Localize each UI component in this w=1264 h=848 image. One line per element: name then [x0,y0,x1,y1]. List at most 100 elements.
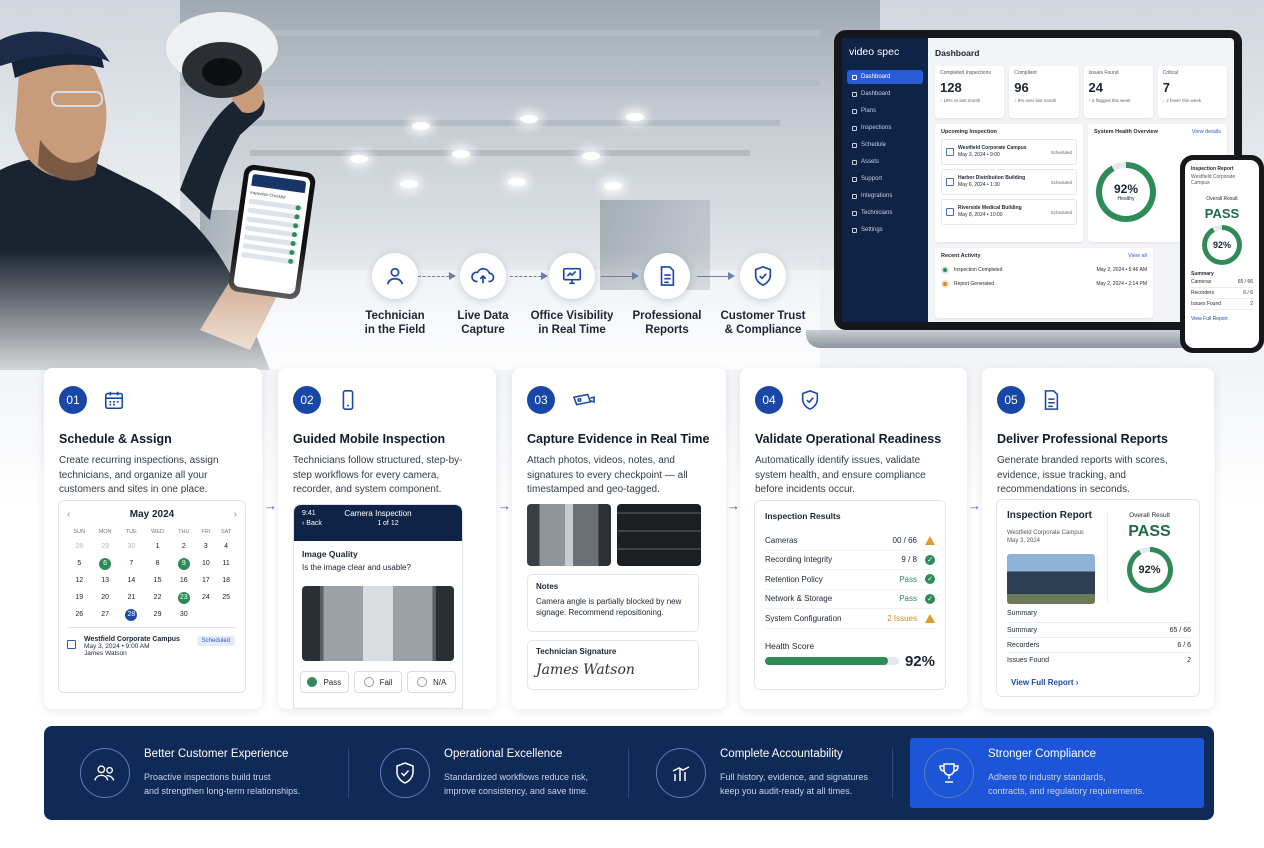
ceiling-light [452,150,470,158]
stat-card[interactable]: Critical 7 ↓ 2 fewer this week [1157,66,1227,118]
evidence-photo[interactable] [617,504,701,566]
calendar-day-scheduled[interactable]: 23 [171,589,196,606]
flow-label: Professional Reports [632,310,702,336]
nav-item[interactable]: Plans [847,104,923,118]
calendar-day[interactable]: 18 [215,572,237,589]
step-card-schedule: 01 Schedule & Assign Create recurring in… [44,368,262,709]
calendar-day[interactable]: 16 [171,572,196,589]
flow-step-office: Office Visibility in Real Time [522,253,622,337]
check-icon: ✓ [925,554,935,565]
prev-month-button[interactable]: ‹ [67,509,70,520]
calendar-day[interactable]: 30 [171,606,196,623]
upcoming-item[interactable]: Riverside Medical Building May 8, 2024 • … [941,199,1077,225]
calendar-day-scheduled[interactable]: 6 [92,555,119,572]
nav-item[interactable]: Integrations [847,189,923,203]
next-month-button[interactable]: › [234,509,237,520]
calendar-day[interactable]: 21 [119,589,144,606]
step-card-evidence: 03 Capture Evidence in Real Time Attach … [512,368,726,709]
result-row: Recording Integrity 9 / 8 ✓ [765,551,935,570]
nav-item[interactable]: Dashboard [847,87,923,101]
calendar-day-scheduled[interactable]: 9 [171,555,196,572]
bar-chart-icon [656,748,706,798]
calendar-day[interactable]: 11 [215,555,237,572]
smartphone-icon [342,390,354,410]
calendar-day[interactable]: 17 [196,572,215,589]
card-title: Schedule & Assign [59,432,172,446]
back-button[interactable]: ‹ Back [302,520,322,527]
calendar-day[interactable]: 13 [92,572,119,589]
evidence-photo[interactable] [527,504,611,566]
upcoming-item[interactable]: Harbor Distribution Building May 6, 2024 … [941,169,1077,195]
calendar-day[interactable]: 1 [144,538,171,555]
calendar-day[interactable]: 24 [196,589,215,606]
fail-option[interactable]: Fail [353,671,403,693]
na-option[interactable]: N/A [407,671,457,693]
nav-item[interactable]: Schedule [847,138,923,152]
ceiling-light [400,180,418,188]
pass-option[interactable]: Pass [300,671,349,693]
calendar-day[interactable]: 25 [215,589,237,606]
nav-item[interactable]: Inspections [847,121,923,135]
calendar-day-selected[interactable]: 28 [119,606,144,623]
calendar-day[interactable]: 22 [144,589,171,606]
calendar-day[interactable]: 30 [119,538,144,555]
calendar-day[interactable]: 5 [67,555,92,572]
mobile-inspection-screen: 9:41 Camera Inspection ‹ Back 1 of 12 Ima… [293,504,463,709]
stat-card[interactable]: Compliant 96 ↑ 6% over last month [1009,66,1079,118]
calendar-event[interactable]: Westfield Corporate Campus May 3, 2024 • … [67,627,237,657]
ceiling-light [508,178,526,186]
card-title: Validate Operational Readiness [755,432,942,446]
nav-item[interactable]: Assets [847,155,923,169]
question-text: Is the image clear and usable? [302,563,411,572]
brand-logo: video spec [849,46,900,58]
building-photo [1007,554,1095,604]
nav-item[interactable]: Dashboard [847,70,923,84]
calendar-day[interactable]: 4 [215,538,237,555]
calendar-day[interactable]: 2 [171,538,196,555]
calendar-day[interactable]: 15 [144,572,171,589]
flow-label: Customer Trust & Compliance [720,310,806,336]
calendar-day[interactable]: 20 [92,589,119,606]
upcoming-item[interactable]: Westfield Corporate Campus May 3, 2024 • … [941,139,1077,165]
card-description: Attach photos, videos, notes, and signat… [527,455,688,495]
chevron-right-icon: → [727,498,740,513]
flow-label: Office Visibility in Real Time [530,310,614,336]
ceiling-light [582,152,600,160]
signature-box[interactable]: Technician Signature James Watson [527,640,699,690]
result-row: System Configuration 2 Issues [765,609,935,629]
recent-activity-panel: Recent Activity View all Inspection Compl… [935,248,1153,318]
calendar-day[interactable]: 8 [144,555,171,572]
nav-item[interactable]: Settings [847,223,923,237]
calendar-day[interactable]: 14 [119,572,144,589]
calendar-month: May 2024 [129,509,175,520]
view-full-report-link[interactable]: View Full Report › [1011,678,1078,687]
view-all-link[interactable]: View all [1128,253,1147,259]
notes-box[interactable]: Notes Camera angle is partially blocked b… [527,574,699,632]
calendar-day[interactable]: 29 [92,538,119,555]
calendar-day[interactable]: 10 [196,555,215,572]
check-icon: ✓ [925,574,935,585]
health-score-value: 92% [904,652,935,670]
view-details-link[interactable]: View details [1192,129,1221,135]
result-row: Retention Policy Pass ✓ [765,570,935,590]
stat-card[interactable]: Completed Inspections 128 ↑ 18% vs last mo… [935,66,1005,118]
calendar-day[interactable]: 19 [67,589,92,606]
card-description: Create recurring inspections, assign tec… [59,455,219,495]
signature: James Watson [536,662,635,678]
card-description: Automatically identify issues, validate … [755,455,926,495]
chevron-right-icon: → [498,498,511,513]
calendar-day[interactable]: 29 [144,606,171,623]
benefit-compliance: Stronger Compliance Adhere to industry st… [910,738,1204,808]
calendar-day[interactable]: 12 [67,572,92,589]
calendar-day[interactable]: 26 [67,606,92,623]
flow-step-reports: Professional Reports [617,253,717,337]
calendar-day[interactable]: 28 [67,538,92,555]
calendar-day[interactable]: 3 [196,538,215,555]
check-icon: ✓ [925,593,935,604]
calendar-day[interactable]: 7 [119,555,144,572]
monitor-icon [549,253,595,299]
stat-card[interactable]: Issues Found 24 ↑ 5 flagged this week [1083,66,1153,118]
calendar-day[interactable]: 27 [92,606,119,623]
nav-item[interactable]: Technicians [847,206,923,220]
nav-item[interactable]: Support [847,172,923,186]
